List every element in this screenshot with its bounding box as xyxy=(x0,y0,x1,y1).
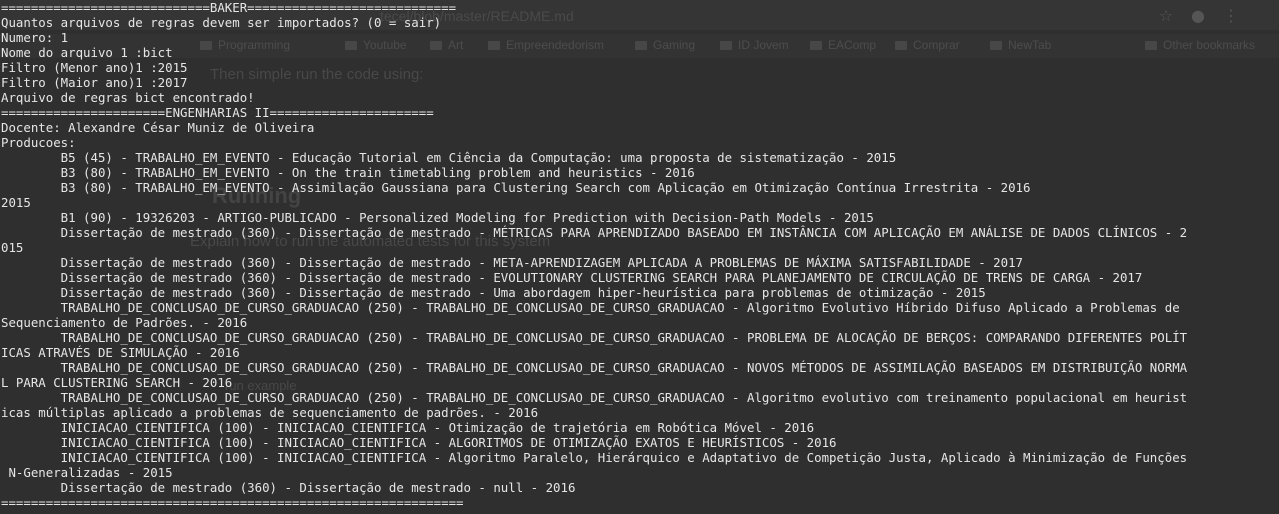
terminal-line: icas múltiplas aplicado a problemas de s… xyxy=(1,405,539,420)
terminal-line: Docente: Alexandre César Muniz de Olivei… xyxy=(1,120,315,135)
terminal-line: Nome do arquivo 1 :bict xyxy=(1,45,173,60)
terminal-line: Dissertação de mestrado (360) - Disserta… xyxy=(1,480,576,495)
terminal-line: Numero: 1 xyxy=(1,30,69,45)
terminal-line: B3 (80) - TRABALHO_EM_EVENTO - Assimilaç… xyxy=(1,180,1031,195)
terminal-line: 015 xyxy=(1,240,24,255)
terminal-line: TRABALHO_DE_CONCLUSAO_DE_CURSO_GRADUACAO… xyxy=(1,390,1188,405)
terminal-line: INICIACAO_CIENTIFICA (100) - INICIACAO_C… xyxy=(1,450,1188,465)
terminal-line: TRABALHO_DE_CONCLUSAO_DE_CURSO_GRADUACAO… xyxy=(1,300,1180,315)
terminal-line: Producoes: xyxy=(1,135,76,150)
terminal-line: ======================ENGENHARIAS II====… xyxy=(1,105,434,120)
terminal-window[interactable]: tecel/blob/master/README.md ☆ ● ⋮ Progra… xyxy=(0,0,1279,514)
terminal-output[interactable]: ============================BAKER=======… xyxy=(1,0,1187,510)
terminal-line: B1 (90) - 19326203 - ARTIGO-PUBLICADO - … xyxy=(1,210,874,225)
terminal-line: Arquivo de regras bict encontrado! xyxy=(1,90,255,105)
terminal-line: 2015 xyxy=(1,195,31,210)
terminal-line: Filtro (Menor ano)1 :2015 xyxy=(1,60,188,75)
terminal-line: ICAS ATRAVÉS DE SIMULAÇÃO - 2016 xyxy=(1,345,240,360)
circle-icon: ● xyxy=(1191,6,1205,25)
terminal-line: Dissertação de mestrado (360) - Disserta… xyxy=(1,285,986,300)
terminal-line: Dissertação de mestrado (360) - Disserta… xyxy=(1,225,1188,240)
terminal-line: B5 (45) - TRABALHO_EM_EVENTO - Educação … xyxy=(1,150,897,165)
terminal-line: INICIACAO_CIENTIFICA (100) - INICIACAO_C… xyxy=(1,435,837,450)
terminal-line: Quantos arquivos de regras devem ser imp… xyxy=(1,15,442,30)
terminal-line: ========================================… xyxy=(1,495,464,510)
terminal-line: B3 (80) - TRABALHO_EM_EVENTO - On the tr… xyxy=(1,165,695,180)
terminal-line: L PARA CLUSTERING SEARCH - 2016 xyxy=(1,375,233,390)
terminal-line: ============================BAKER=======… xyxy=(1,0,457,15)
terminal-line: Filtro (Maior ano)1 :2017 xyxy=(1,75,188,90)
menu-icon: ⋮ xyxy=(1223,6,1239,25)
terminal-line: N-Generalizadas - 2015 xyxy=(1,465,173,480)
terminal-line: Dissertação de mestrado (360) - Disserta… xyxy=(1,270,1143,285)
terminal-line: Dissertação de mestrado (360) - Disserta… xyxy=(1,255,1023,270)
terminal-line: Sequenciamento de Padrões. - 2016 xyxy=(1,315,248,330)
terminal-line: TRABALHO_DE_CONCLUSAO_DE_CURSO_GRADUACAO… xyxy=(1,360,1188,375)
terminal-line: INICIACAO_CIENTIFICA (100) - INICIACAO_C… xyxy=(1,420,815,435)
terminal-line: TRABALHO_DE_CONCLUSAO_DE_CURSO_GRADUACAO… xyxy=(1,330,1188,345)
